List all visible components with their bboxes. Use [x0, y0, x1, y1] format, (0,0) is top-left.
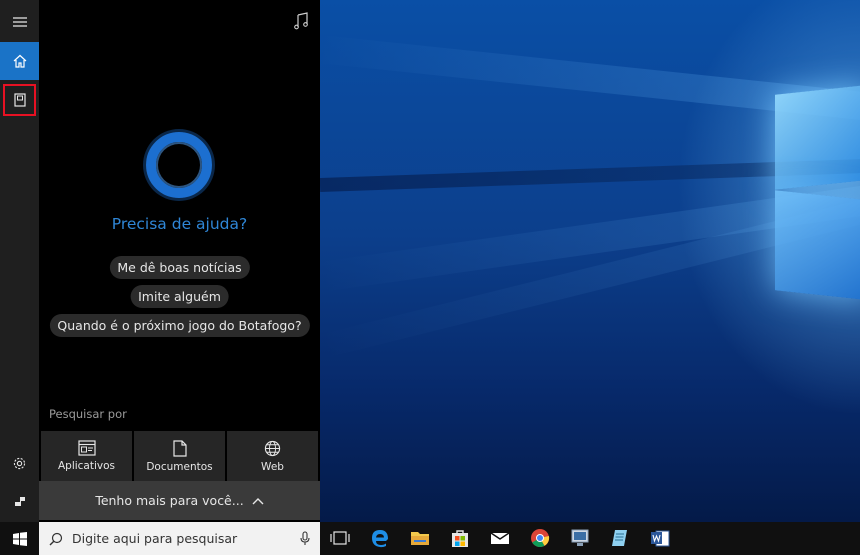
- category-label: Aplicativos: [57, 460, 116, 472]
- search-box[interactable]: Digite aqui para pesquisar: [39, 522, 320, 555]
- gear-icon: [13, 457, 26, 469]
- search-icon: [49, 532, 63, 546]
- music-note-icon: [294, 12, 308, 30]
- mail-icon[interactable]: [490, 528, 510, 548]
- category-label: Web: [261, 460, 284, 473]
- suggestion-chip[interactable]: Me dê boas notícias: [109, 256, 250, 279]
- globe-icon: [264, 440, 281, 456]
- chevron-up-icon: [252, 497, 264, 504]
- cortana-heading: Precisa de ajuda?: [111, 215, 248, 233]
- more-for-you-label: Tenho mais para você...: [95, 493, 244, 508]
- search-by-label: Pesquisar por: [49, 407, 127, 421]
- remote-desktop-icon[interactable]: [570, 528, 590, 548]
- search-input[interactable]: Digite aqui para pesquisar: [72, 531, 237, 546]
- more-for-you-bar[interactable]: Tenho mais para você...: [39, 481, 320, 520]
- task-view-icon[interactable]: [330, 528, 350, 548]
- suggestion-chip[interactable]: Quando é o próximo jogo do Botafogo?: [49, 314, 310, 337]
- store-icon[interactable]: [450, 528, 470, 548]
- feedback-button[interactable]: [0, 482, 39, 520]
- window-logo-pane-top: [775, 85, 860, 190]
- category-apps[interactable]: Aplicativos: [41, 431, 132, 481]
- document-icon: [172, 439, 187, 457]
- windows-logo-icon: [12, 531, 27, 546]
- category-documents[interactable]: Documentos: [134, 431, 225, 481]
- edge-browser-icon[interactable]: [370, 528, 390, 548]
- cortana-panel: Precisa de ajuda? Me dê boas notícias Im…: [39, 0, 320, 522]
- apps-icon: [77, 440, 96, 456]
- window-logo-pane-bottom: [775, 190, 860, 300]
- notebook-button[interactable]: [3, 84, 36, 116]
- word-icon[interactable]: [650, 528, 670, 548]
- feedback-icon: [14, 497, 25, 506]
- start-button[interactable]: [0, 522, 39, 555]
- taskbar: Digite aqui para pesquisar: [0, 522, 860, 555]
- hamburger-menu-button[interactable]: [0, 3, 39, 41]
- notepad-icon[interactable]: [610, 528, 630, 548]
- cortana-ring: [146, 132, 212, 198]
- suggestion-chip[interactable]: Imite alguém: [130, 285, 229, 308]
- microphone-icon[interactable]: [300, 531, 310, 547]
- category-label: Documentos: [146, 460, 213, 473]
- music-button[interactable]: [292, 12, 310, 30]
- chrome-icon[interactable]: [530, 528, 550, 548]
- home-icon: [13, 54, 26, 68]
- file-explorer-icon[interactable]: [410, 528, 430, 548]
- notebook-icon: [13, 93, 26, 107]
- home-button[interactable]: [0, 42, 39, 80]
- cortana-rail: [0, 0, 39, 522]
- settings-button[interactable]: [0, 444, 39, 482]
- desktop-wallpaper: [320, 0, 860, 522]
- category-web[interactable]: Web: [227, 431, 318, 481]
- hamburger-icon: [12, 17, 27, 27]
